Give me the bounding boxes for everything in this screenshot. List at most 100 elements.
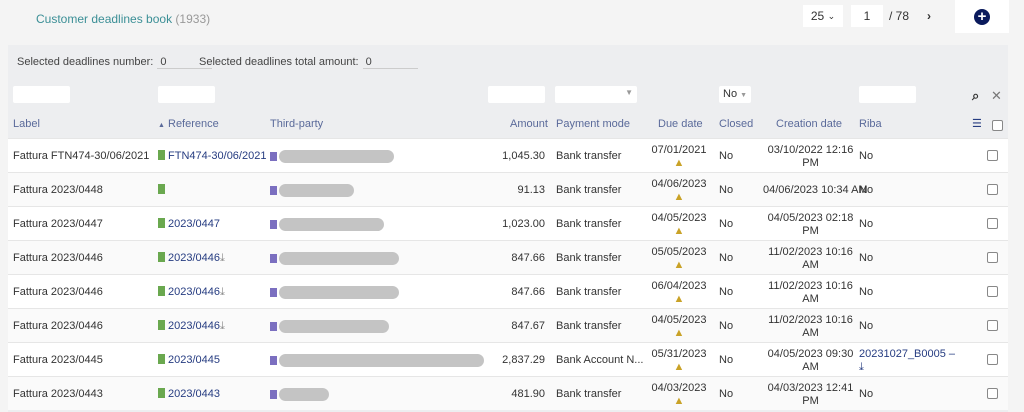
clear-filter-icon[interactable]: ✕ <box>991 88 1002 104</box>
table-row[interactable]: Fattura 2023/0445 2023/0445 2,837.29 Ban… <box>8 342 1008 376</box>
warning-icon: ▲ <box>673 327 685 339</box>
riba-link[interactable]: 20231027_B0005 – <box>859 348 955 360</box>
row-checkbox[interactable] <box>987 252 998 263</box>
add-button[interactable]: + <box>955 0 1009 33</box>
row-checkbox[interactable] <box>987 388 998 399</box>
row-checkbox[interactable] <box>987 286 998 297</box>
warning-icon: ▲ <box>673 361 685 373</box>
closed: No <box>719 218 734 230</box>
row-checkbox[interactable] <box>987 320 998 331</box>
filter-amount[interactable] <box>488 86 545 103</box>
reference-link[interactable]: 2023/0446 <box>168 320 220 332</box>
reference-link[interactable]: 2023/0446 <box>168 286 220 298</box>
reference-link[interactable]: 2023/0443 <box>168 388 220 400</box>
creation-date: 04/06/2023 10:34 AM <box>763 184 868 196</box>
amount: 481.90 <box>511 388 545 400</box>
closed: No <box>719 388 734 400</box>
filter-label[interactable] <box>13 86 70 103</box>
col-closed[interactable]: Closed <box>719 118 753 130</box>
select-all-checkbox[interactable] <box>992 120 1003 131</box>
riba-value: No <box>859 150 874 162</box>
closed: No <box>719 150 734 162</box>
payment-mode: Bank transfer <box>556 150 622 162</box>
col-third-party[interactable]: Third-party <box>270 118 323 130</box>
amount: 2,837.29 <box>502 354 545 366</box>
filter-riba[interactable] <box>859 86 916 103</box>
search-icon[interactable]: ⌕ <box>972 88 979 104</box>
creation-date: 11/02/2023 10:16 AM <box>768 246 853 271</box>
closed: No <box>719 354 734 366</box>
download-icon[interactable]: ⤓ <box>220 320 225 332</box>
warning-icon: ▲ <box>673 395 685 407</box>
download-icon[interactable]: ⤓ <box>859 361 864 373</box>
download-icon[interactable]: ⤓ <box>220 252 225 264</box>
selected-amount: Selected deadlines total amount: 0 <box>199 56 418 69</box>
company-icon <box>270 152 277 161</box>
chevron-down-icon: ▼ <box>625 88 633 97</box>
row-checkbox[interactable] <box>987 184 998 195</box>
closed: No <box>719 320 734 332</box>
creation-date: 11/02/2023 10:16 AM <box>768 314 853 339</box>
label: Fattura 2023/0447 <box>13 218 103 230</box>
col-creation-date[interactable]: Creation date <box>776 118 842 130</box>
page-input[interactable]: 1 <box>851 5 883 27</box>
col-due-date[interactable]: Due date <box>658 118 703 130</box>
reference-link[interactable]: FTN474-30/06/2021 <box>168 150 266 162</box>
table-row[interactable]: Fattura 2023/0443 2023/0443 481.90 Bank … <box>8 376 1008 410</box>
col-reference[interactable]: ▲ Reference <box>158 118 219 130</box>
payment-mode: Bank transfer <box>556 218 622 230</box>
creation-date: 04/05/2023 09:30 AM <box>767 348 854 373</box>
filter-closed[interactable]: No ▼ <box>719 86 751 103</box>
invoice-icon <box>158 388 165 398</box>
riba-value: No <box>859 320 874 332</box>
payment-mode: Bank transfer <box>556 286 622 298</box>
redacted-third-party <box>279 320 389 333</box>
page-title: Customer deadlines book (1933) <box>36 12 211 26</box>
per-page-select[interactable]: 25 ⌄ <box>803 5 843 27</box>
row-checkbox[interactable] <box>987 150 998 161</box>
row-checkbox[interactable] <box>987 218 998 229</box>
reference-link[interactable]: 2023/0446 <box>168 252 220 264</box>
col-payment-mode[interactable]: Payment mode <box>556 118 630 130</box>
invoice-icon <box>158 354 165 364</box>
company-icon <box>270 356 277 365</box>
sort-asc-icon: ▲ <box>158 122 165 129</box>
closed: No <box>719 252 734 264</box>
col-label[interactable]: Label <box>13 118 40 130</box>
table-row[interactable]: Fattura 2023/0448 91.13 Bank transfer 04… <box>8 172 1008 206</box>
row-checkbox[interactable] <box>987 354 998 365</box>
table-row[interactable]: Fattura 2023/0446 2023/0446⤓ 847.67 Bank… <box>8 308 1008 342</box>
payment-mode: Bank transfer <box>556 320 622 332</box>
due-date: 05/31/2023 ▲ <box>651 348 707 373</box>
payment-mode: Bank transfer <box>556 252 622 264</box>
filter-payment-mode[interactable]: ▼ <box>555 86 637 103</box>
redacted-third-party <box>279 286 399 299</box>
table-row[interactable]: Fattura 2023/0446 2023/0446⤓ 847.66 Bank… <box>8 274 1008 308</box>
reference-link[interactable]: 2023/0447 <box>168 218 220 230</box>
table-row[interactable]: Fattura FTN474-30/06/2021 FTN474-30/06/2… <box>8 138 1008 172</box>
riba-value: No <box>859 252 874 264</box>
label: Fattura 2023/0446 <box>13 286 103 298</box>
chevron-down-icon: ⌄ <box>827 10 836 21</box>
due-date: 05/05/2023 ▲ <box>651 246 707 271</box>
next-page-icon[interactable]: › <box>927 9 931 23</box>
table-row[interactable]: Fattura 2023/0447 2023/0447 1,023.00 Ban… <box>8 206 1008 240</box>
amount: 847.66 <box>511 252 545 264</box>
riba-value: No <box>859 286 874 298</box>
payment-mode: Bank transfer <box>556 388 622 400</box>
redacted-third-party <box>279 252 399 265</box>
due-date: 04/05/2023 ▲ <box>651 212 707 237</box>
col-amount[interactable]: Amount <box>510 118 548 130</box>
company-icon <box>270 254 277 263</box>
company-icon <box>270 186 277 195</box>
riba-value: No <box>859 218 874 230</box>
creation-date: 03/10/2022 12:16 PM <box>767 144 854 169</box>
invoice-icon <box>158 252 165 262</box>
filter-reference[interactable] <box>158 86 215 103</box>
reference-link[interactable]: 2023/0445 <box>168 354 220 366</box>
table-row[interactable]: Fattura 2023/0446 2023/0446⤓ 847.66 Bank… <box>8 240 1008 274</box>
download-icon[interactable]: ⤓ <box>220 286 225 298</box>
col-riba[interactable]: Riba <box>859 118 882 130</box>
column-list-icon[interactable]: ☰ <box>972 117 982 130</box>
due-date: 04/05/2023 ▲ <box>651 314 707 339</box>
